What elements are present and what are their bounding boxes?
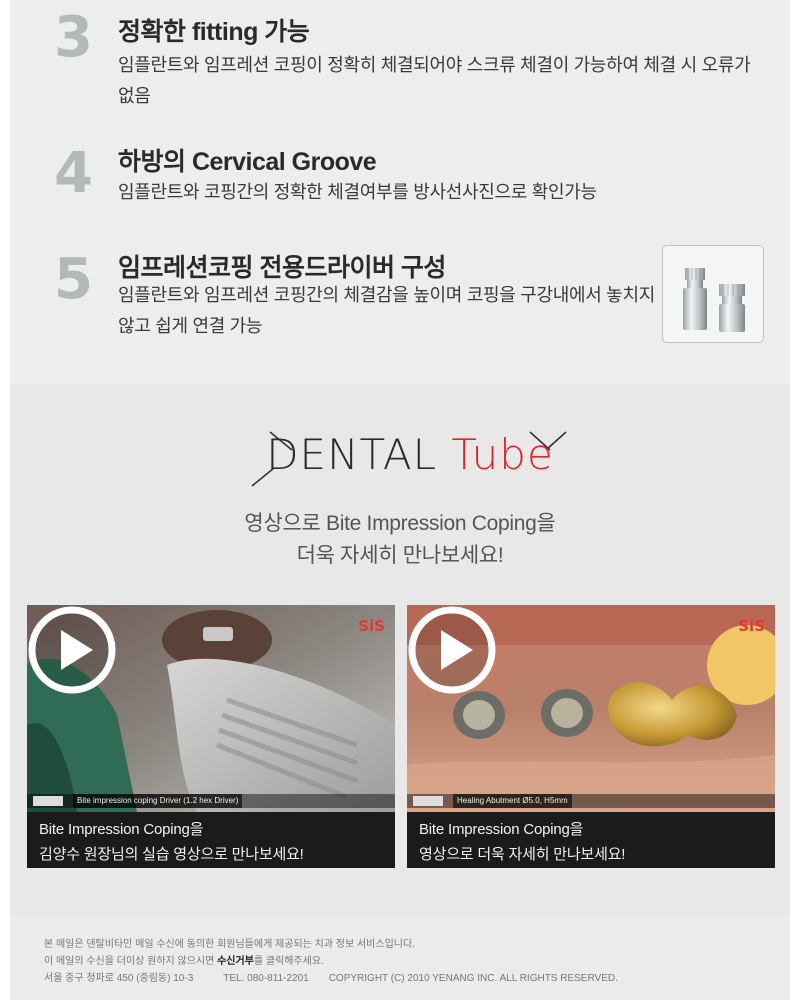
footer-notice: 본 메일은 덴탈비타민 메일 수신에 동의한 회원님들에게 제공되는 치과 정보… (44, 939, 415, 950)
footer-unsubscribe-notice: 이 메일의 수신을 더이상 원하지 않으시면 수신거부를 클릭해주세요. (44, 956, 324, 967)
coping-driver-image (662, 245, 764, 343)
tube-intro: 영상으로 Bite Impression Coping을 더욱 자세히 만나보세… (10, 508, 790, 572)
frame-caption: Bite impression coping Driver (1.2 hex D… (73, 794, 243, 808)
footer: 본 메일은 덴탈비타민 메일 수신에 동의한 회원님들에게 제공되는 치과 정보… (10, 914, 790, 1000)
brand-word-tube: Tube (451, 430, 554, 479)
dental-tube-section: DENTAL Tube 영상으로 Bite Impression Coping을… (10, 384, 790, 914)
company-tel: TEL. 080-811-2201 (223, 973, 309, 984)
video-card-practice[interactable]: SiS Bite impression coping Driver (1.2 h… (27, 605, 395, 868)
copyright: COPYRIGHT (C) 2010 YENANG INC. ALL RIGHT… (328, 973, 618, 984)
brand-word-dental: DENTAL (266, 430, 438, 479)
play-icon[interactable] (407, 605, 497, 695)
feature-number: 4 (54, 141, 93, 206)
features-section: 3 정확한 fitting 가능 임플란트와 임프레션 코핑이 정확히 체결되어… (10, 0, 790, 384)
sis-logo: SiS (358, 617, 385, 635)
intro-line: 영상으로 Bite Impression Coping을 (244, 512, 556, 535)
video-thumbnail[interactable]: SiS Bite impression coping Driver (1.2 h… (27, 605, 395, 812)
intro-line: 더욱 자세히 만나보세요! (296, 544, 504, 567)
feature-title: 하방의 Cervical Groove (118, 148, 377, 176)
feature-number: 3 (54, 5, 93, 70)
feature-number: 5 (54, 247, 93, 312)
feature-description: 임플란트와 임프레션 코핑이 정확히 체결되어야 스크류 체결이 가능하여 체결… (118, 55, 751, 106)
footer-company-info: 서울 중구 청파로 450 (중림동) 10-3 TEL. 080-811-220… (44, 972, 618, 986)
company-address: 서울 중구 청파로 450 (중림동) 10-3 (44, 973, 194, 984)
video-title: Bite Impression Coping을 김양수 원장님의 실습 영상으로… (39, 821, 304, 863)
feature-title: 정확한 fitting 가능 (118, 18, 310, 46)
dental-tube-logo: DENTAL Tube (250, 430, 570, 490)
frame-caption: Healing Abutment Ø5.0, H5mm (453, 794, 572, 808)
feature-title: 임프레션코핑 전용드라이버 구성 (118, 254, 446, 282)
video-title: Bite Impression Coping을 영상으로 더욱 자세히 만나보세… (419, 821, 626, 863)
sis-logo: SiS (738, 617, 765, 635)
video-thumbnail[interactable]: SiS Healing Abutment Ø5.0, H5mm (407, 605, 775, 812)
unsubscribe-link[interactable]: 수신거부 (217, 956, 254, 967)
feature-description: 임플란트와 임프레션 코핑간의 체결감을 높이며 코핑을 구강내에서 놓치지 않… (118, 285, 655, 336)
play-icon[interactable] (27, 605, 117, 695)
feature-description: 임플란트와 코핑간의 정확한 체결여부를 방사선사진으로 확인가능 (118, 182, 597, 202)
video-card-detail[interactable]: SiS Healing Abutment Ø5.0, H5mm Bite Imp… (407, 605, 775, 868)
